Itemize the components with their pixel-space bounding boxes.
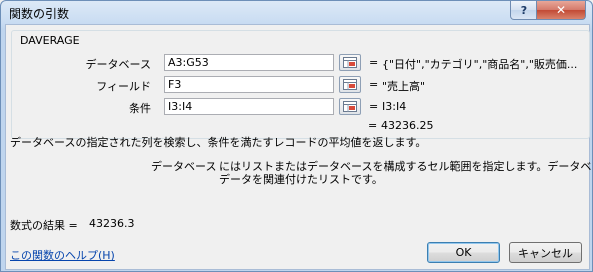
function-result: 43236.25 (381, 119, 434, 132)
arg-result-field: "売上高" (382, 80, 426, 93)
help-title-button[interactable]: ? (510, 1, 538, 20)
database-range-select-button[interactable] (339, 54, 361, 71)
equals-sign: = (369, 100, 379, 113)
argument-help-name: データベース (151, 160, 217, 173)
database-input[interactable]: A3:G53 (164, 54, 334, 71)
formula-result-label: 数式の結果 = (10, 219, 78, 232)
field-input[interactable]: F3 (164, 76, 334, 93)
arg-label-criteria: 条件 (129, 102, 151, 115)
equals-sign: = (369, 78, 379, 91)
criteria-range-select-button[interactable] (339, 98, 361, 115)
function-description: データベースの指定された列を検索し、条件を満たすレコードの平均値を返します。 (10, 136, 427, 149)
dialog-body: DAVERAGE データベース A3:G53 = {"日付","カテゴリ","商… (5, 24, 592, 270)
arg-label-database: データベース (85, 58, 151, 71)
formula-result-value: 43236.3 (89, 217, 135, 230)
function-name: DAVERAGE (20, 34, 80, 47)
range-select-icon (343, 57, 357, 68)
arguments-group: DAVERAGE データベース A3:G53 = {"日付","カテゴリ","商… (11, 30, 590, 139)
equals-sign: = (368, 119, 378, 132)
ok-button[interactable]: OK (427, 242, 500, 263)
title-bar[interactable]: 関数の引数 ? ✕ (1, 1, 592, 23)
function-help-link[interactable]: この関数のヘルプ(H) (10, 247, 115, 263)
close-button[interactable]: ✕ (536, 1, 586, 20)
equals-sign: = (369, 56, 379, 69)
range-select-icon (343, 101, 357, 112)
dialog-title: 関数の引数 (9, 7, 70, 21)
criteria-input[interactable]: I3:I4 (164, 98, 334, 115)
function-arguments-dialog: 関数の引数 ? ✕ DAVERAGE データベース A3:G53 = {"日付"… (0, 0, 593, 272)
arg-label-field: フィールド (96, 80, 151, 93)
cancel-button[interactable]: キャンセル (509, 242, 582, 263)
argument-help-line2: データを関連付けたリストです。 (219, 173, 383, 186)
arg-result-criteria: I3:I4 (382, 100, 407, 113)
field-range-select-button[interactable] (339, 76, 361, 93)
arg-result-database: {"日付","カテゴリ","商品名","販売価... (382, 58, 578, 71)
range-select-icon (343, 79, 357, 90)
